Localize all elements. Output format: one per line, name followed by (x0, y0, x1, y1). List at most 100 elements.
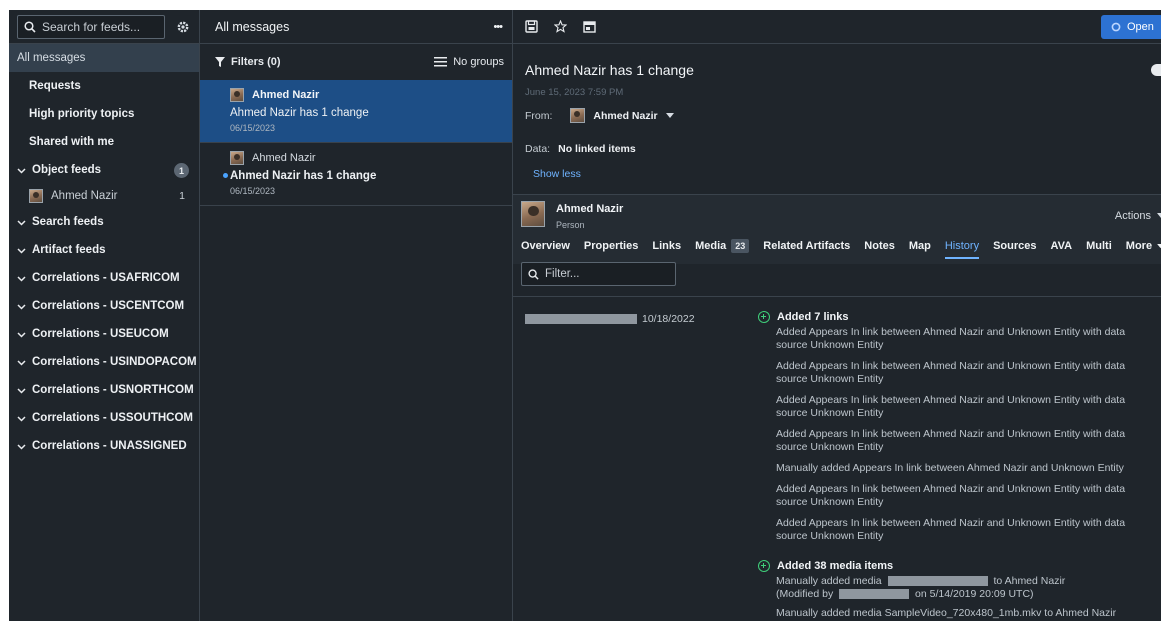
tab-ava[interactable]: AVA (1051, 239, 1073, 259)
redacted-block (839, 589, 910, 600)
sender-name: Ahmed Nazir (252, 89, 320, 101)
nav-all-messages[interactable]: All messages (9, 44, 199, 72)
star-icon[interactable] (554, 20, 567, 33)
object-type: Person (556, 220, 585, 230)
history-filter-input[interactable] (545, 268, 665, 280)
save-icon[interactable] (525, 20, 538, 33)
grouping-label: No groups (453, 56, 504, 68)
avatar (570, 108, 586, 123)
gear-icon[interactable] (175, 19, 191, 35)
object-name[interactable]: Ahmed Nazir (556, 203, 623, 215)
history-media-section: Added 38 media items Manually added medi… (758, 560, 1158, 621)
message-list-title: All messages (215, 19, 290, 34)
detail-from: From: Ahmed Nazir (525, 108, 674, 123)
group-correlations-uscentcom[interactable]: Correlations - USCENTCOM (9, 292, 199, 320)
group-correlations-ussouthcom[interactable]: Correlations - USSOUTHCOM (9, 404, 199, 432)
message-detail-pane: Open Ahmed Nazir has 1 change June 15, 2… (513, 10, 1161, 621)
open-button[interactable]: Open (1101, 15, 1161, 39)
chevron-down-icon (17, 167, 26, 174)
open-label: Open (1127, 21, 1154, 33)
chevron-down-icon (17, 303, 26, 310)
group-object-feeds[interactable]: Object feeds 1 (9, 156, 199, 184)
tab-count: 23 (731, 239, 750, 253)
group-correlations-usnorthcom[interactable]: Correlations - USNORTHCOM (9, 376, 199, 404)
search-icon (24, 20, 36, 33)
history-entry: Manually added media SampleVideo_720x480… (776, 607, 1117, 619)
tab-label: More (1125, 240, 1153, 252)
chevron-down-icon (17, 387, 26, 394)
tab-properties[interactable]: Properties (584, 239, 638, 259)
message-list-toolbar: Filters (0) No groups (200, 44, 512, 80)
unread-dot-icon (223, 173, 228, 178)
message-date: 06/15/2023 (230, 123, 276, 133)
nav-high-priority-topics[interactable]: High priority topics (9, 100, 199, 128)
caret-down-icon (1157, 213, 1161, 218)
avatar (230, 151, 244, 165)
tab-multi[interactable]: Multi (1086, 239, 1112, 259)
links-head-text: Added 7 links (777, 311, 849, 323)
tab-map[interactable]: Map (909, 239, 931, 259)
media-entry-prefix: Manually added media (776, 575, 882, 587)
object-feed-item[interactable]: Ahmed Nazir 1 (9, 184, 199, 208)
history-date: 10/18/2022 (525, 313, 695, 325)
media-head-text: Added 38 media items (777, 560, 894, 572)
group-label: Correlations - USEUCOM (32, 328, 169, 340)
history-filter-box[interactable] (521, 262, 676, 286)
detail-date: June 15, 2023 7:59 PM (525, 87, 624, 98)
actions-menu[interactable]: Actions (1115, 210, 1161, 222)
group-label: Correlations - USNORTHCOM (32, 384, 194, 396)
tab-sources[interactable]: Sources (993, 239, 1036, 259)
tab-history[interactable]: History (944, 239, 980, 259)
actions-label: Actions (1114, 210, 1151, 222)
chevron-down-icon (17, 219, 26, 226)
feeds-sidebar: All messages Requests High priority topi… (9, 10, 200, 621)
filter-icon (215, 57, 225, 67)
history-entry: Added Appears In link between Ahmed Nazi… (776, 517, 1126, 542)
feeds-search-input[interactable] (42, 19, 152, 34)
group-artifact-feeds[interactable]: Artifact feeds (9, 236, 199, 264)
nav-requests[interactable]: Requests (9, 72, 199, 100)
tab-more[interactable]: More (1126, 239, 1161, 259)
message-item-selected[interactable]: Ahmed Nazir Ahmed Nazir has 1 change 06/… (200, 80, 512, 143)
chevron-down-icon (17, 331, 26, 338)
message-item-unread[interactable]: Ahmed Nazir Ahmed Nazir has 1 change 06/… (200, 143, 512, 206)
feeds-search-bar (9, 10, 199, 44)
tab-related-artifacts[interactable]: Related Artifacts (763, 239, 850, 259)
chevron-down-icon (17, 415, 26, 422)
tab-media[interactable]: Media 23 (695, 239, 750, 259)
avatar (29, 189, 43, 203)
group-search-feeds[interactable]: Search feeds (9, 208, 199, 236)
media-entry-suffix: to Ahmed Nazir (993, 575, 1066, 587)
modified-suffix: on 5/14/2019 20:09 UTC) (915, 588, 1034, 600)
caret-down-icon[interactable] (665, 112, 674, 119)
message-list-header: All messages ••• (200, 10, 512, 44)
app-window: All messages Requests High priority topi… (9, 10, 1161, 621)
tab-notes[interactable]: Notes (864, 239, 895, 259)
group-correlations-useucom[interactable]: Correlations - USEUCOM (9, 320, 199, 348)
panel-icon[interactable] (583, 20, 596, 33)
message-date: 06/15/2023 (230, 186, 276, 196)
more-options-button[interactable]: ••• (493, 21, 503, 33)
detail-toolbar: Open (513, 10, 1161, 44)
group-correlations-usafricom[interactable]: Correlations - USAFRICOM (9, 264, 199, 292)
group-correlations-usindopacom[interactable]: Correlations - USINDOPACOM (9, 348, 199, 376)
tab-links[interactable]: Links (652, 239, 681, 259)
filters-button[interactable]: Filters (0) (215, 56, 281, 68)
group-correlations-unassigned[interactable]: Correlations - UNASSIGNED (9, 432, 199, 460)
tab-overview[interactable]: Overview (521, 239, 570, 259)
chevron-down-icon (17, 443, 26, 450)
object-feeds-badge: 1 (174, 163, 189, 178)
history-entry: Added Appears In link between Ahmed Nazi… (776, 394, 1126, 419)
shield-icon[interactable] (1151, 64, 1161, 76)
group-label: Correlations - USAFRICOM (32, 272, 180, 284)
object-feed-count: 1 (179, 190, 185, 202)
chevron-down-icon (17, 275, 26, 282)
from-name[interactable]: Ahmed Nazir (593, 110, 657, 122)
history-entry: Manually added Appears In link between A… (776, 462, 1124, 474)
show-less-link[interactable]: Show less (533, 168, 581, 180)
nav-shared-with-me[interactable]: Shared with me (9, 128, 199, 156)
grouping-button[interactable]: No groups (434, 56, 504, 68)
feeds-search-box[interactable] (17, 14, 166, 39)
media-section-head: Added 38 media items (758, 560, 1158, 572)
history-entry: Added Appears In link between Ahmed Nazi… (776, 483, 1126, 508)
